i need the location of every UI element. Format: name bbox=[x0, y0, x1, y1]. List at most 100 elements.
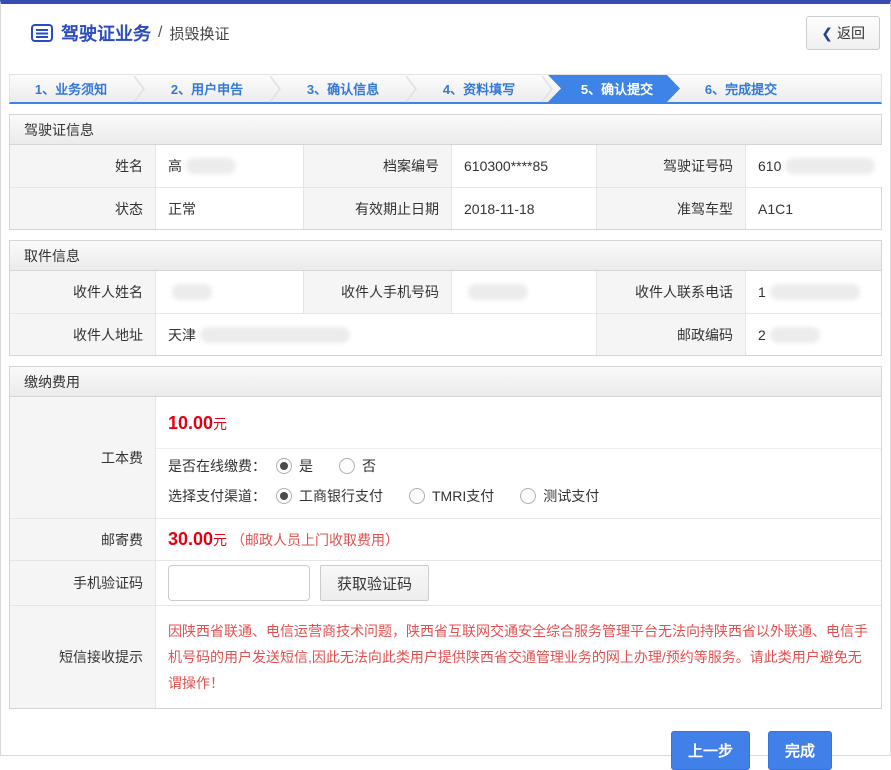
back-button[interactable]: ❮返回 bbox=[806, 16, 880, 50]
tab-step-5-active[interactable]: 5、确认提交 bbox=[548, 75, 680, 102]
recipient-name-value bbox=[155, 271, 303, 313]
radio-label: 工商银行支付 bbox=[299, 486, 383, 506]
damaged-license-renewal-page: { "header": { "title": "驾驶证业务", "crumb_s… bbox=[0, 0, 891, 756]
radio-label: 否 bbox=[362, 456, 376, 476]
license-number-value: 610 bbox=[745, 145, 887, 187]
breadcrumb-current: 损毁换证 bbox=[169, 23, 229, 44]
pickup-info-row-2: 收件人地址 天津 邮政编码 2 bbox=[10, 313, 881, 355]
postal-code-value: 2 bbox=[745, 313, 881, 355]
redaction-smudge bbox=[186, 158, 236, 174]
online-pay-options: 是 否 bbox=[276, 456, 376, 476]
radio-selected-icon bbox=[276, 458, 292, 474]
pay-channel-label: 选择支付渠道： bbox=[168, 486, 266, 506]
license-info-row-1: 姓名 高 档案编号 610300****85 驾驶证号码 610 bbox=[10, 145, 881, 187]
card-fee-unit: 元 bbox=[213, 416, 227, 432]
radio-channel-tmri[interactable]: TMRI支付 bbox=[409, 486, 494, 506]
pickup-info-section: 取件信息 收件人姓名 收件人手机号码 收件人联系电话 1 收件人地址 天津 邮政… bbox=[9, 240, 882, 356]
postage-unit: 元 bbox=[213, 530, 227, 550]
sms-code-label: 手机验证码 bbox=[10, 560, 155, 605]
recipient-address-label: 收件人地址 bbox=[10, 313, 155, 355]
expiry-value: 2018-11-18 bbox=[451, 187, 596, 229]
tab-step-1[interactable]: 1、业务须知 bbox=[10, 75, 132, 102]
radio-online-pay-yes[interactable]: 是 bbox=[276, 456, 313, 476]
license-number-label: 驾驶证号码 bbox=[596, 145, 745, 187]
card-fee-content: 10.00元 是否在线缴费： 是 否 选择支付渠道： bbox=[155, 397, 881, 518]
footer-actions: 上一步 完成 bbox=[1, 709, 890, 770]
step-separator-icon bbox=[132, 75, 146, 102]
license-info-row-2: 状态 正常 有效期止日期 2018-11-18 准驾车型 A1C1 bbox=[10, 187, 881, 229]
redaction-smudge bbox=[770, 327, 820, 343]
card-fee-amount-line: 10.00元 bbox=[156, 397, 881, 449]
radio-label: 是 bbox=[299, 456, 313, 476]
radio-channel-icbc[interactable]: 工商银行支付 bbox=[276, 486, 383, 506]
pay-channel-options: 工商银行支付 TMRI支付 测试支付 bbox=[276, 486, 599, 506]
previous-step-button[interactable]: 上一步 bbox=[671, 731, 750, 770]
recipient-mobile-value bbox=[451, 271, 596, 313]
vehicle-class-value: A1C1 bbox=[745, 187, 881, 229]
online-pay-label: 是否在线缴费： bbox=[168, 456, 266, 476]
radio-label: 测试支付 bbox=[543, 486, 599, 506]
step-separator-icon bbox=[404, 75, 418, 102]
radio-online-pay-no[interactable]: 否 bbox=[339, 456, 376, 476]
step-separator-icon bbox=[268, 75, 282, 102]
postage-amount: 30.00 bbox=[168, 529, 213, 550]
redaction-smudge bbox=[770, 284, 860, 300]
redaction-smudge bbox=[172, 284, 212, 300]
pickup-info-title: 取件信息 bbox=[10, 241, 881, 271]
card-fee-row: 工本费 10.00元 是否在线缴费： 是 否 选 bbox=[10, 397, 881, 518]
recipient-mobile-label: 收件人手机号码 bbox=[303, 271, 451, 313]
postage-row: 邮寄费 30.00元 （邮政人员上门收取费用） bbox=[10, 518, 881, 560]
page-title: 驾驶证业务 bbox=[61, 20, 151, 46]
status-label: 状态 bbox=[10, 187, 155, 229]
page-header: 驾驶证业务 / 损毁换证 ❮返回 bbox=[1, 4, 890, 62]
postal-code-label: 邮政编码 bbox=[596, 313, 745, 355]
status-value: 正常 bbox=[155, 187, 303, 229]
postage-value: 30.00元 （邮政人员上门收取费用） bbox=[155, 518, 881, 560]
card-fee-amount: 10.00 bbox=[168, 413, 213, 433]
sms-tip-row: 短信接收提示 因陕西省联通、电信运营商技术问题，陕西省互联网交通安全综合服务管理… bbox=[10, 605, 881, 708]
radio-unselected-icon bbox=[339, 458, 355, 474]
sms-tip-text: 因陕西省联通、电信运营商技术问题，陕西省互联网交通安全综合服务管理平台无法向持陕… bbox=[155, 605, 881, 708]
recipient-name-label: 收件人姓名 bbox=[10, 271, 155, 313]
license-info-title: 驾驶证信息 bbox=[10, 115, 881, 145]
radio-unselected-icon bbox=[520, 488, 536, 504]
form-list-icon bbox=[31, 24, 53, 42]
radio-label: TMRI支付 bbox=[432, 486, 494, 506]
postage-note: （邮政人员上门收取费用） bbox=[231, 530, 399, 550]
recipient-phone-label: 收件人联系电话 bbox=[596, 271, 745, 313]
recipient-address-value: 天津 bbox=[155, 313, 596, 355]
redaction-smudge bbox=[785, 158, 875, 174]
chevron-left-icon: ❮ bbox=[821, 25, 833, 41]
fees-section: 缴纳费用 工本费 10.00元 是否在线缴费： 是 否 bbox=[9, 366, 882, 709]
name-label: 姓名 bbox=[10, 145, 155, 187]
recipient-phone-value: 1 bbox=[745, 271, 881, 313]
finish-button[interactable]: 完成 bbox=[768, 731, 832, 770]
tab-step-3[interactable]: 3、确认信息 bbox=[282, 75, 404, 102]
get-code-button[interactable]: 获取验证码 bbox=[320, 565, 429, 601]
expiry-label: 有效期止日期 bbox=[303, 187, 451, 229]
step-progress-bar: 1、业务须知 2、用户申告 3、确认信息 4、资料填写 5、确认提交 6、完成提… bbox=[9, 74, 882, 104]
redaction-smudge bbox=[200, 327, 350, 343]
breadcrumb-separator: / bbox=[158, 24, 162, 42]
back-button-label: 返回 bbox=[837, 25, 865, 41]
name-value: 高 bbox=[155, 145, 303, 187]
license-info-section: 驾驶证信息 姓名 高 档案编号 610300****85 驾驶证号码 610 状… bbox=[9, 114, 882, 230]
redaction-smudge bbox=[468, 284, 528, 300]
postage-label: 邮寄费 bbox=[10, 518, 155, 560]
radio-unselected-icon bbox=[409, 488, 425, 504]
sms-code-row: 手机验证码 获取验证码 bbox=[10, 560, 881, 605]
sms-tip-label: 短信接收提示 bbox=[10, 605, 155, 708]
tab-step-4[interactable]: 4、资料填写 bbox=[418, 75, 540, 102]
sms-code-content: 获取验证码 bbox=[155, 560, 881, 605]
online-pay-line: 是否在线缴费： 是 否 bbox=[156, 449, 881, 479]
tab-step-6[interactable]: 6、完成提交 bbox=[680, 75, 802, 102]
vehicle-class-label: 准驾车型 bbox=[596, 187, 745, 229]
fees-title: 缴纳费用 bbox=[10, 367, 881, 397]
file-number-value: 610300****85 bbox=[451, 145, 596, 187]
pay-channel-line: 选择支付渠道： 工商银行支付 TMRI支付 测试支付 bbox=[156, 479, 881, 518]
pickup-info-row-1: 收件人姓名 收件人手机号码 收件人联系电话 1 bbox=[10, 271, 881, 313]
tab-step-2[interactable]: 2、用户申告 bbox=[146, 75, 268, 102]
radio-selected-icon bbox=[276, 488, 292, 504]
radio-channel-test[interactable]: 测试支付 bbox=[520, 486, 599, 506]
sms-code-input[interactable] bbox=[168, 565, 310, 601]
